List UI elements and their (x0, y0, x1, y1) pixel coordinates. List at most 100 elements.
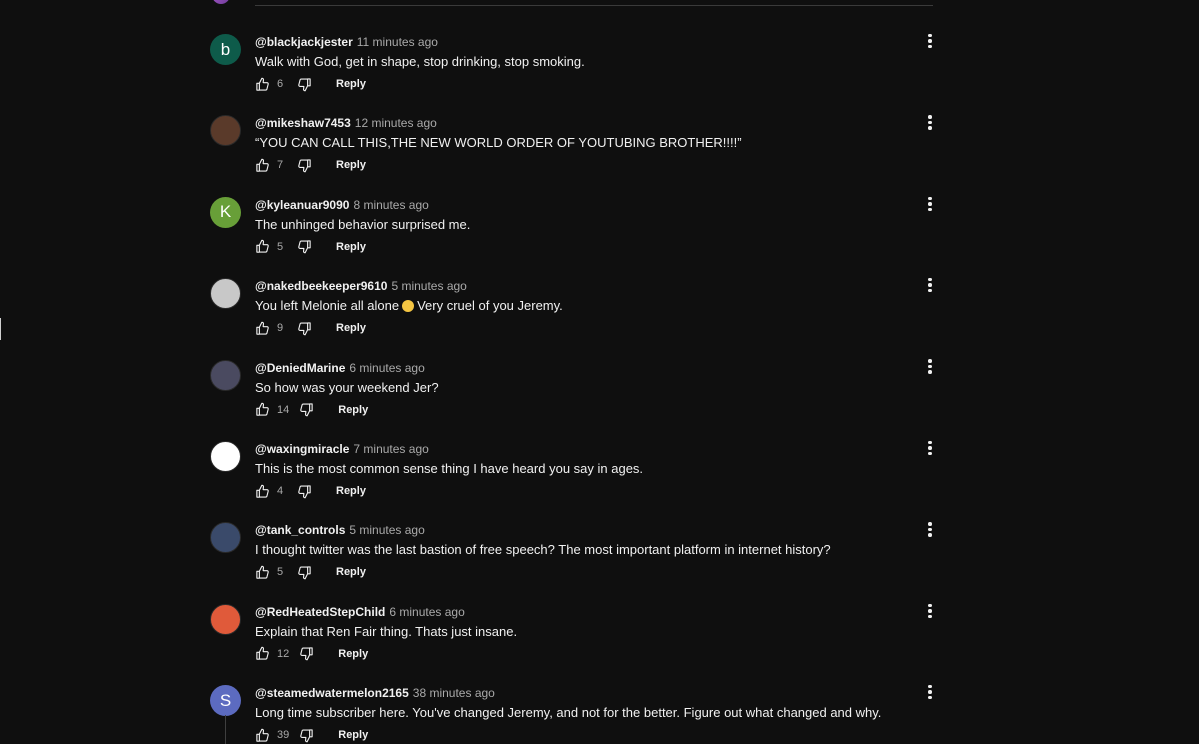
like-icon[interactable] (255, 321, 270, 336)
avatar[interactable] (210, 278, 241, 310)
comment-header: @kyleanuar9090 8 minutes ago (255, 198, 429, 212)
comment-author[interactable]: @nakedbeekeeper9610 (255, 279, 387, 293)
comment-item: K @kyleanuar9090 8 minutes ago The unhing… (0, 196, 1199, 278)
reply-button[interactable]: Reply (330, 75, 372, 93)
like-icon[interactable] (255, 646, 270, 661)
comment-actions: 5 Reply (255, 562, 372, 582)
like-icon[interactable] (255, 565, 270, 580)
comment-item: @nakedbeekeeper9610 5 minutes ago You lef… (0, 277, 1199, 359)
more-actions-icon[interactable] (920, 111, 940, 133)
more-actions-icon[interactable] (920, 518, 940, 540)
avatar[interactable] (210, 441, 241, 472)
previous-comment-avatar[interactable] (212, 0, 230, 4)
comment-text: The unhinged behavior surprised me. (255, 216, 471, 232)
comment-timestamp[interactable]: 38 minutes ago (413, 686, 495, 700)
like-count: 5 (277, 566, 284, 579)
like-count: 7 (277, 159, 284, 172)
comment-timestamp[interactable]: 5 minutes ago (391, 279, 466, 293)
dislike-icon[interactable] (297, 565, 312, 580)
comment-author[interactable]: @tank_controls (255, 523, 345, 537)
avatar[interactable] (210, 359, 241, 391)
more-actions-icon[interactable] (920, 437, 940, 459)
comment-item: @mikeshaw7453 12 minutes ago “YOU CAN CAL… (0, 115, 1199, 196)
more-actions-icon[interactable] (920, 681, 940, 703)
comment-timestamp[interactable]: 6 minutes ago (389, 605, 464, 619)
comment-item: @waxingmiracle 7 minutes ago This is the … (0, 440, 1199, 522)
comment-timestamp[interactable]: 12 minutes ago (355, 116, 437, 130)
comment-text: I thought twitter was the last bastion o… (255, 542, 831, 558)
comment-timestamp[interactable]: 6 minutes ago (349, 361, 424, 375)
like-count: 6 (277, 78, 284, 90)
more-actions-icon[interactable] (920, 193, 940, 215)
comment-author[interactable]: @kyleanuar9090 (255, 198, 349, 212)
like-icon[interactable] (255, 158, 270, 173)
like-icon[interactable] (255, 728, 270, 743)
dislike-icon[interactable] (297, 321, 312, 336)
dislike-icon[interactable] (297, 158, 312, 173)
avatar[interactable] (210, 603, 241, 635)
avatar[interactable] (210, 522, 241, 554)
comment-timestamp[interactable]: 7 minutes ago (353, 442, 428, 456)
comment-author[interactable]: @steamedwatermelon2165 (255, 686, 409, 700)
dislike-icon[interactable] (297, 239, 312, 254)
like-count: 4 (277, 485, 284, 497)
dislike-icon[interactable] (297, 77, 312, 92)
comment-header: @nakedbeekeeper9610 5 minutes ago (255, 279, 467, 293)
reply-button[interactable]: Reply (330, 482, 372, 500)
avatar[interactable]: b (210, 34, 241, 65)
like-icon[interactable] (255, 239, 270, 254)
comment-item: b @blackjackjester 11 minutes ago Walk wi… (0, 33, 1199, 115)
comment-text-part: You left Melonie all alone (255, 298, 400, 314)
replies-thread-line (225, 715, 226, 744)
reply-button[interactable]: Reply (332, 726, 374, 744)
comment-text: Long time subscriber here. You've change… (255, 705, 882, 721)
reply-button[interactable]: Reply (330, 238, 372, 256)
comment-text: So how was your weekend Jer? (255, 379, 439, 395)
comment-item: S @steamedwatermelon2165 38 minutes ago L… (0, 684, 1199, 744)
like-count: 14 (277, 403, 290, 416)
comment-text: You left Melonie all alone Very cruel of … (255, 298, 563, 313)
comment-header: @steamedwatermelon2165 38 minutes ago (255, 686, 495, 700)
comment-item: @DeniedMarine 6 minutes ago So how was yo… (0, 359, 1199, 441)
like-count: 39 (277, 729, 290, 742)
comment-actions: 39 Reply (255, 725, 374, 744)
comment-author[interactable]: @DeniedMarine (255, 361, 345, 375)
dislike-icon[interactable] (299, 728, 314, 743)
reply-button[interactable]: Reply (330, 156, 372, 174)
more-actions-icon[interactable] (920, 600, 940, 622)
comment-author[interactable]: @RedHeatedStepChild (255, 605, 385, 619)
comment-author[interactable]: @mikeshaw7453 (255, 116, 351, 130)
like-icon[interactable] (255, 402, 270, 417)
comment-text: Explain that Ren Fair thing. Thats just … (255, 623, 518, 639)
more-actions-icon[interactable] (920, 30, 940, 52)
avatar[interactable] (210, 115, 241, 147)
like-count: 5 (277, 240, 284, 253)
reply-button[interactable]: Reply (330, 563, 372, 581)
reply-button[interactable]: Reply (332, 645, 374, 663)
comment-actions: 6 Reply (255, 74, 372, 94)
reply-button[interactable]: Reply (330, 319, 372, 337)
comment-timestamp[interactable]: 11 minutes ago (357, 35, 438, 49)
dislike-icon[interactable] (299, 402, 314, 417)
reply-button[interactable]: Reply (332, 401, 374, 419)
like-icon[interactable] (255, 77, 270, 92)
more-actions-icon[interactable] (920, 356, 940, 378)
comment-header: @tank_controls 5 minutes ago (255, 523, 425, 537)
comment-author[interactable]: @blackjackjester (255, 35, 353, 49)
comment-timestamp[interactable]: 8 minutes ago (353, 198, 428, 212)
more-actions-icon[interactable] (920, 274, 940, 296)
comment-author[interactable]: @waxingmiracle (255, 442, 349, 456)
like-icon[interactable] (255, 484, 270, 499)
comment-text: “YOU CAN CALL THIS,THE NEW WORLD ORDER O… (255, 135, 742, 151)
avatar[interactable]: S (210, 685, 241, 717)
comment-header: @mikeshaw7453 12 minutes ago (255, 116, 437, 130)
comment-timestamp[interactable]: 5 minutes ago (349, 523, 424, 537)
comment-actions: 9 Reply (255, 318, 372, 338)
avatar[interactable]: K (210, 196, 241, 228)
comment-actions: 14 Reply (255, 400, 374, 420)
comment-header: @RedHeatedStepChild 6 minutes ago (255, 605, 465, 619)
comment-text: This is the most common sense thing I ha… (255, 461, 644, 476)
worried-face-emoji (402, 300, 415, 313)
dislike-icon[interactable] (297, 484, 312, 499)
dislike-icon[interactable] (299, 646, 314, 661)
